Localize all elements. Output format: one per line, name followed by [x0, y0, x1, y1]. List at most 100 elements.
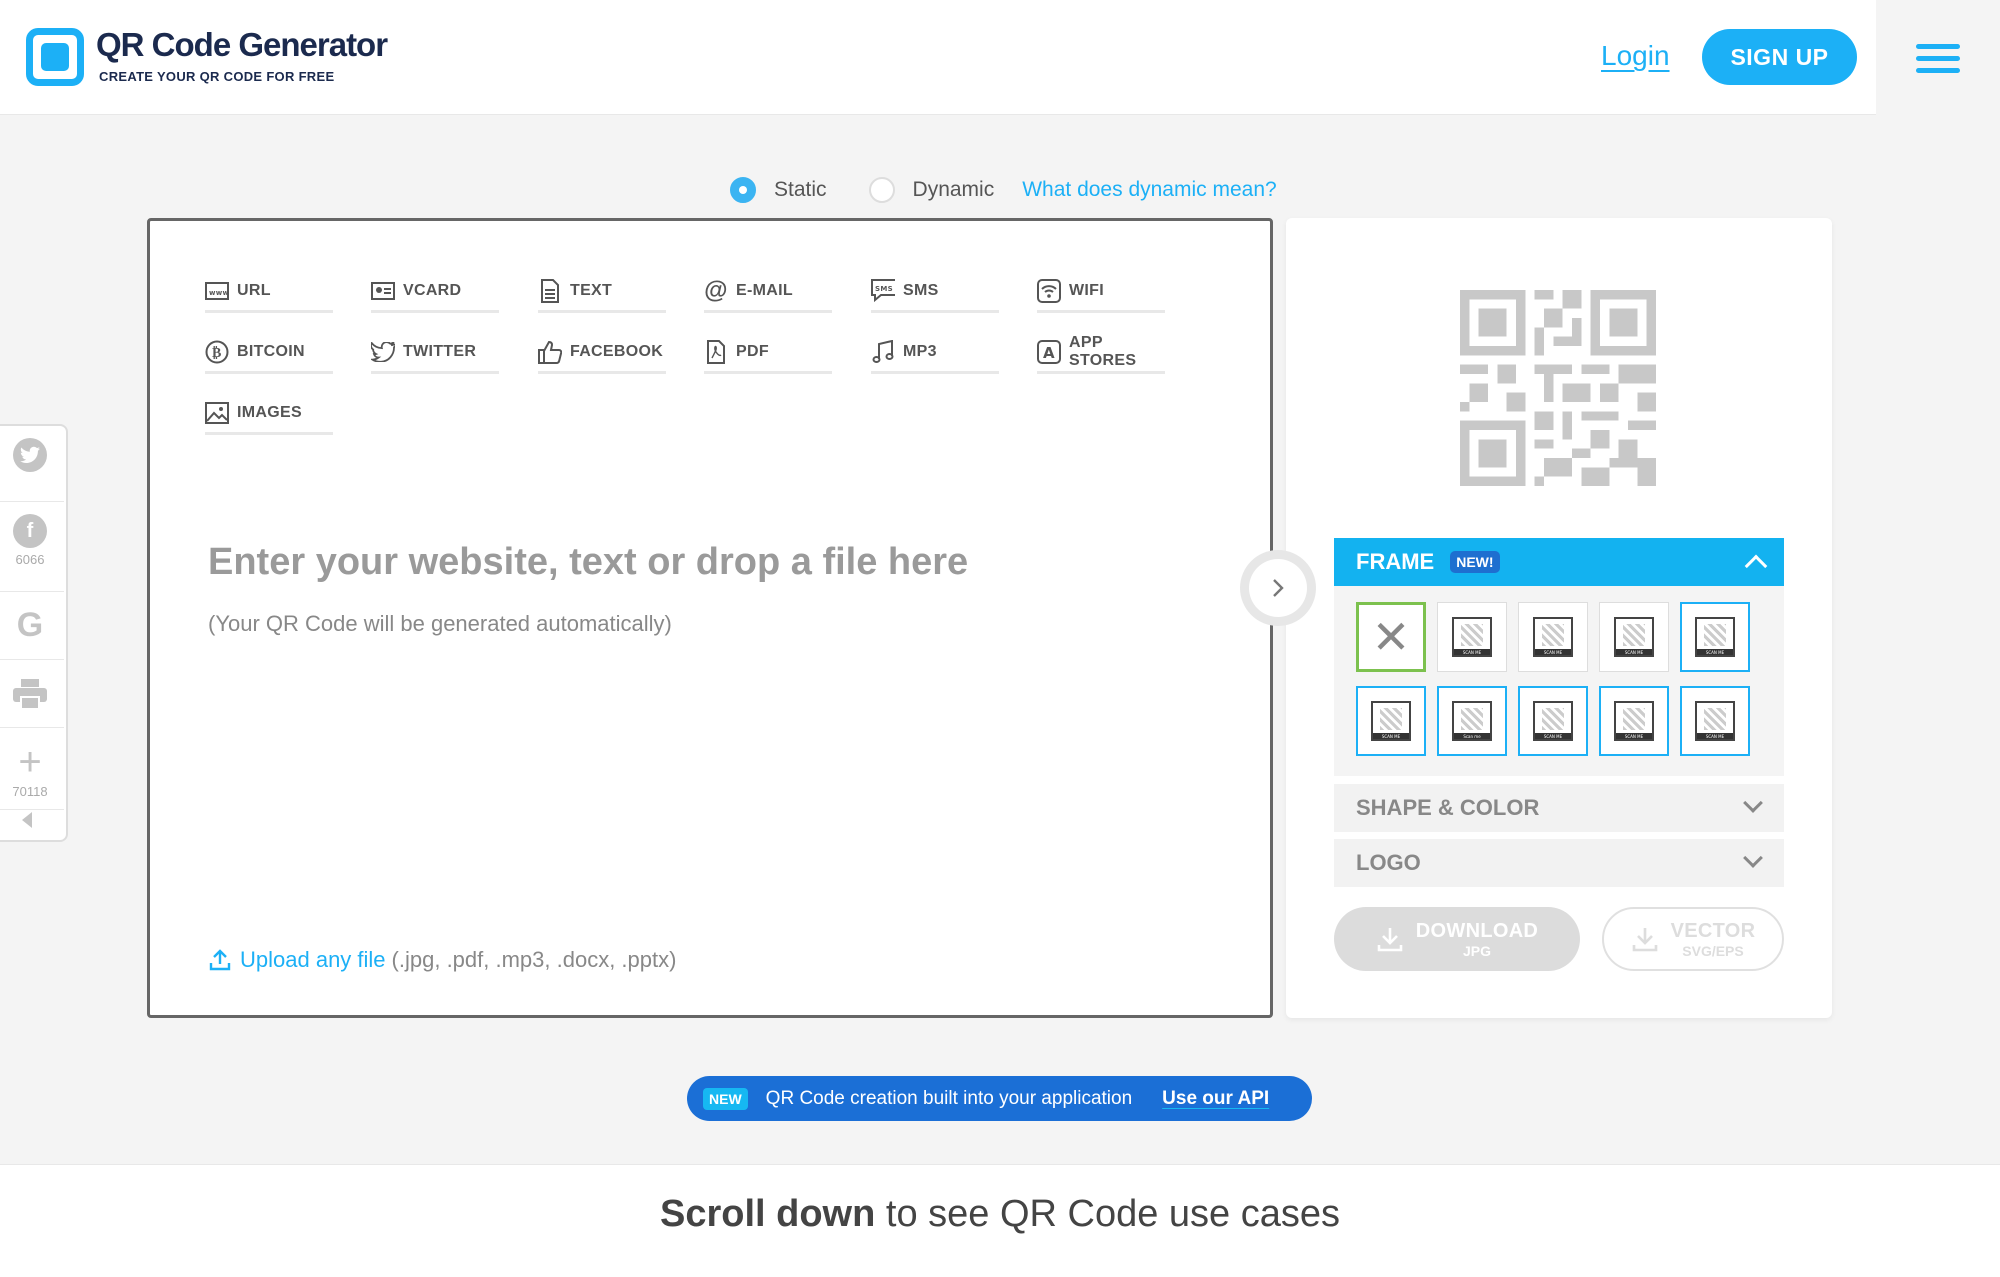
frame-caption: SCAN ME [1705, 650, 1725, 655]
customize-panel: FRAME NEW! ✕ SCAN ME SCAN ME SCAN ME SCA… [1286, 218, 1832, 1018]
scroll-hint-rest: to see QR Code use cases [875, 1193, 1341, 1235]
document-icon [538, 278, 562, 303]
api-banner[interactable]: NEW QR Code creation built into your app… [687, 1076, 1312, 1121]
collapse-left-icon[interactable] [22, 812, 32, 828]
frame-caption: SCAN ME [1624, 650, 1644, 655]
type-label: BITCOIN [237, 342, 305, 360]
frame-thumbnail: Scan me [1452, 701, 1492, 741]
vector-label: VECTOR [1670, 919, 1756, 942]
upload-file-link[interactable]: Upload any file [240, 947, 386, 973]
frame-option-9[interactable]: SCAN ME [1680, 686, 1750, 756]
share-twitter[interactable] [0, 438, 64, 502]
dynamic-help-link[interactable]: What does dynamic mean? [1022, 178, 1276, 202]
frame-option-6[interactable]: Scan me [1437, 686, 1507, 756]
google-icon: G [16, 606, 44, 644]
generate-arrow-button[interactable] [1240, 550, 1316, 626]
type-facebook[interactable]: FACEBOOK [538, 332, 666, 374]
content-panel: www URL VCARD TEXT @ E-MAIL SMS SMS WIFI… [147, 218, 1273, 1018]
download-jpg-button[interactable]: DOWNLOAD JPG [1334, 907, 1580, 971]
frame-caption: Scan me [1463, 734, 1481, 739]
frame-thumbnail: SCAN ME [1614, 701, 1654, 741]
type-app-stores[interactable]: A APP STORES [1037, 332, 1165, 374]
frame-option-7[interactable]: SCAN ME [1518, 686, 1588, 756]
type-pdf[interactable]: PDF [704, 332, 832, 374]
upload-formats: (.jpg, .pdf, .mp3, .docx, .pptx) [391, 947, 677, 972]
dynamic-label[interactable]: Dynamic [913, 178, 995, 202]
frame-options: ✕ SCAN ME SCAN ME SCAN ME SCAN ME SCAN M… [1334, 586, 1784, 776]
type-label: SMS [903, 281, 939, 299]
share-print[interactable] [0, 662, 64, 728]
logo-subtitle: CREATE YOUR QR CODE FOR FREE [99, 69, 335, 84]
wifi-icon [1037, 278, 1061, 303]
frame-thumbnail: SCAN ME [1614, 617, 1654, 657]
logo-icon[interactable] [26, 28, 84, 86]
frame-caption: SCAN ME [1543, 734, 1563, 739]
static-radio[interactable] [730, 177, 756, 203]
frame-option-1[interactable]: SCAN ME [1437, 602, 1507, 672]
vector-format: SVG/EPS [1682, 942, 1744, 959]
shape-color-label: SHAPE & COLOR [1356, 795, 1540, 820]
sms-icon: SMS [871, 278, 895, 303]
login-link[interactable]: Login [1601, 40, 1670, 72]
plus-count: 70118 [12, 784, 48, 799]
logo-title[interactable]: QR Code Generator [96, 26, 388, 64]
frame-none-option[interactable]: ✕ [1356, 602, 1426, 672]
content-input[interactable]: Enter your website, text or drop a file … [208, 541, 968, 584]
type-label: VCARD [403, 281, 462, 299]
frame-option-8[interactable]: SCAN ME [1599, 686, 1669, 756]
type-label: PDF [736, 342, 769, 360]
image-icon [205, 401, 229, 425]
signup-button[interactable]: SIGN UP [1702, 29, 1857, 85]
use-api-link[interactable]: Use our API [1162, 1088, 1269, 1110]
type-images[interactable]: IMAGES [205, 393, 333, 435]
chevron-up-icon [1744, 554, 1768, 578]
type-text[interactable]: TEXT [538, 271, 666, 313]
type-url[interactable]: www URL [205, 271, 333, 313]
download-vector-button[interactable]: VECTOR SVG/EPS [1602, 907, 1784, 971]
type-wifi[interactable]: WIFI [1037, 271, 1165, 313]
download-icon [1632, 928, 1657, 952]
music-icon [871, 339, 895, 364]
share-facebook[interactable]: f 6066 [0, 504, 64, 592]
share-sidebar: f 6066 G + 70118 [0, 424, 68, 842]
type-twitter[interactable]: TWITTER [371, 332, 499, 374]
type-bitcoin[interactable]: ₿ BITCOIN [205, 332, 333, 374]
frame-caption: SCAN ME [1543, 650, 1563, 655]
hamburger-menu-icon[interactable] [1916, 44, 1960, 74]
frame-option-5[interactable]: SCAN ME [1356, 686, 1426, 756]
svg-text:SMS: SMS [875, 285, 893, 293]
upload-icon[interactable] [208, 948, 232, 972]
type-sms[interactable]: SMS SMS [871, 271, 999, 313]
vcard-icon [371, 279, 395, 303]
type-label: APP STORES [1069, 333, 1137, 369]
frame-option-3[interactable]: SCAN ME [1599, 602, 1669, 672]
type-vcard[interactable]: VCARD [371, 271, 499, 313]
shape-color-section[interactable]: SHAPE & COLOR [1334, 784, 1784, 832]
facebook-count: 6066 [15, 552, 45, 567]
static-label[interactable]: Static [774, 178, 827, 202]
logo-section[interactable]: LOGO [1334, 839, 1784, 887]
api-banner-text: QR Code creation built into your applica… [765, 1087, 1133, 1109]
header: QR Code Generator CREATE YOUR QR CODE FO… [0, 0, 2000, 115]
print-icon [13, 679, 47, 710]
frame-option-4[interactable]: SCAN ME [1680, 602, 1750, 672]
frame-section-header[interactable]: FRAME NEW! [1334, 538, 1784, 586]
qr-type-toggle: Static Dynamic What does dynamic mean? [730, 175, 1277, 205]
type-label: WIFI [1069, 281, 1104, 299]
at-icon: @ [704, 276, 728, 304]
svg-text:₿: ₿ [212, 345, 222, 361]
type-label: E-MAIL [736, 281, 793, 299]
frame-thumbnail: SCAN ME [1452, 617, 1492, 657]
pdf-icon [704, 339, 728, 364]
share-google[interactable]: G [0, 594, 64, 660]
share-more[interactable]: + 70118 [0, 730, 64, 810]
frame-thumbnail: SCAN ME [1371, 701, 1411, 741]
frame-option-2[interactable]: SCAN ME [1518, 602, 1588, 672]
type-email[interactable]: @ E-MAIL [704, 271, 832, 313]
type-label: TWITTER [403, 342, 477, 360]
frame-thumbnail: SCAN ME [1695, 617, 1735, 657]
dynamic-radio[interactable] [868, 177, 895, 203]
type-mp3[interactable]: MP3 [871, 332, 999, 374]
frame-caption: SCAN ME [1705, 734, 1725, 739]
facebook-icon: f [13, 514, 47, 548]
